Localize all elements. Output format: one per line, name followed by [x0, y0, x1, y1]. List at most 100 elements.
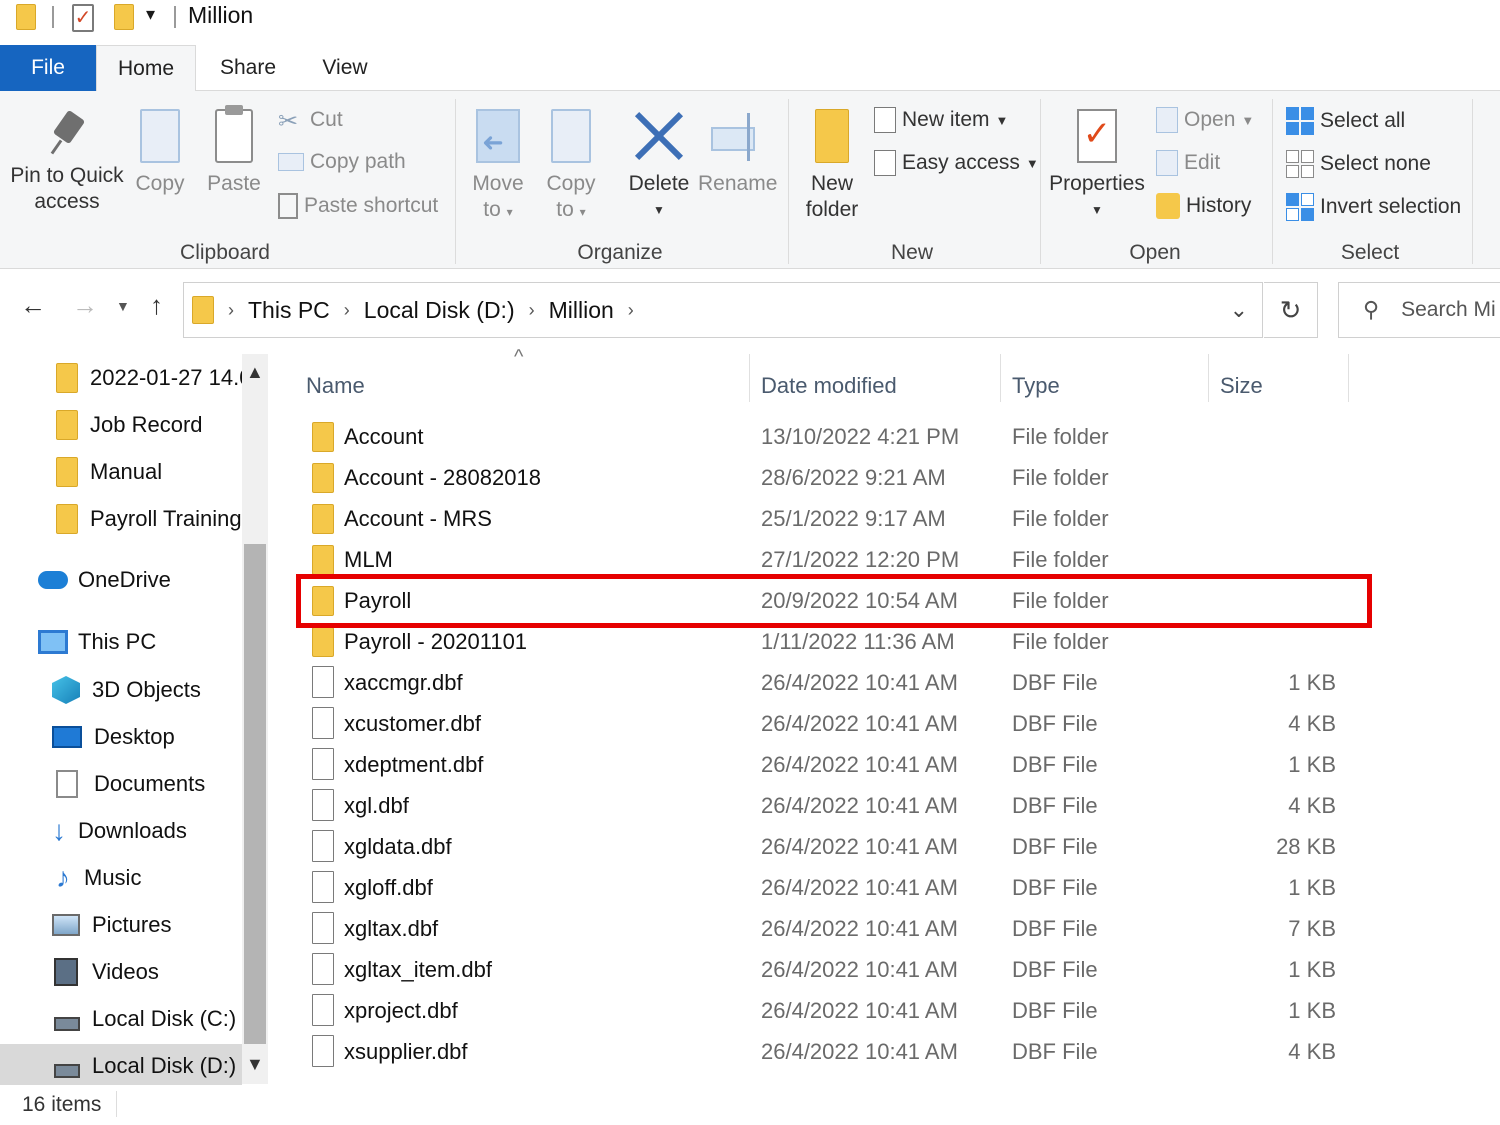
file-row-account[interactable]: Account 13/10/2022 4:21 PM File folder: [300, 416, 1370, 456]
new-folder-icon[interactable]: [114, 4, 134, 30]
sidebar-item-local-disk-d[interactable]: Local Disk (D:): [0, 1044, 242, 1088]
sidebar-item-onedrive[interactable]: OneDrive: [38, 558, 242, 602]
properties-icon: ✓: [1077, 109, 1117, 163]
file-row-account-mrs[interactable]: Account - MRS 25/1/2022 9:17 AM File fol…: [300, 498, 1370, 538]
tab-share[interactable]: Share: [204, 45, 292, 91]
file-type: File folder: [1012, 465, 1109, 490]
file-row-xsupplier[interactable]: xsupplier.dbf 26/4/2022 10:41 AM DBF Fil…: [300, 1031, 1370, 1071]
select-none-button[interactable]: Select none: [1286, 150, 1431, 178]
up-arrow-icon[interactable]: ↑: [150, 290, 163, 321]
column-divider[interactable]: [1348, 354, 1349, 402]
paste-shortcut-button[interactable]: Paste shortcut: [278, 193, 438, 219]
invert-selection-button[interactable]: Invert selection: [1286, 193, 1461, 221]
sidebar-item-desktop[interactable]: Desktop: [52, 715, 242, 759]
column-header-type[interactable]: Type: [1000, 364, 1208, 408]
file-row-xgldata[interactable]: xgldata.dbf 26/4/2022 10:41 AM DBF File …: [300, 826, 1370, 866]
sidebar-item-manual[interactable]: Manual: [56, 450, 242, 494]
sidebar-item-documents[interactable]: Documents: [52, 762, 242, 806]
pin-to-quick-access-button[interactable]: Pin to Quick access: [6, 111, 128, 215]
sidebar-item-videos[interactable]: Videos: [52, 950, 242, 994]
file-name: MLM: [344, 547, 393, 572]
tab-home[interactable]: Home: [96, 45, 196, 92]
new-item-label: New item: [902, 108, 990, 131]
customize-quick-access-dropdown[interactable]: ▾: [146, 4, 155, 25]
file-row-xaccmgr[interactable]: xaccmgr.dbf 26/4/2022 10:41 AM DBF File …: [300, 662, 1370, 702]
chevron-right-icon[interactable]: ›: [228, 300, 234, 321]
file-row-account-28082018[interactable]: Account - 28082018 28/6/2022 9:21 AM Fil…: [300, 457, 1370, 497]
chevron-right-icon[interactable]: ›: [529, 300, 535, 321]
forward-arrow-icon[interactable]: →: [72, 290, 98, 321]
file-type: DBF File: [1012, 1039, 1098, 1064]
properties-button[interactable]: ✓ Properties ▼: [1048, 109, 1146, 223]
invert-selection-label: Invert selection: [1320, 195, 1462, 218]
edit-label: Edit: [1184, 151, 1221, 174]
file-size: 1 KB: [1288, 752, 1336, 777]
cut-label: Cut: [310, 108, 343, 131]
sidebar-item-downloads[interactable]: ↓ Downloads: [52, 809, 242, 853]
chevron-right-icon[interactable]: ›: [628, 300, 634, 321]
column-header-name[interactable]: Name: [294, 364, 748, 408]
breadcrumb-local-disk-d[interactable]: Local Disk (D:): [364, 297, 515, 324]
recent-locations-chevron-icon[interactable]: ▼: [116, 298, 130, 314]
chevron-down-icon: ▼: [1025, 155, 1039, 171]
file-row-xdeptment[interactable]: xdeptment.dbf 26/4/2022 10:41 AM DBF Fil…: [300, 744, 1370, 784]
folder-icon[interactable]: [16, 4, 36, 30]
breadcrumb-this-pc[interactable]: This PC: [248, 297, 330, 324]
move-label-line2: to ▾: [483, 198, 513, 221]
copy-to-button[interactable]: Copy to ▾: [538, 109, 604, 225]
easy-access-button[interactable]: Easy access ▼: [874, 150, 1039, 176]
chevron-right-icon[interactable]: ›: [344, 300, 350, 321]
sidebar-item-local-disk-c[interactable]: Local Disk (C:): [50, 997, 242, 1041]
new-item-button[interactable]: New item ▼: [874, 107, 1008, 133]
copy-icon: [140, 109, 180, 163]
back-arrow-icon[interactable]: ←: [20, 290, 46, 321]
sidebar-item-job-record[interactable]: Job Record: [56, 403, 242, 447]
rename-button[interactable]: Rename: [698, 109, 777, 197]
sidebar-item-music[interactable]: ♪ Music: [56, 856, 242, 900]
file-row-xproject[interactable]: xproject.dbf 26/4/2022 10:41 AM DBF File…: [300, 990, 1370, 1030]
videos-film-icon: [54, 958, 78, 986]
file-row-xgltax[interactable]: xgltax.dbf 26/4/2022 10:41 AM DBF File 7…: [300, 908, 1370, 948]
file-row-mlm[interactable]: MLM 27/1/2022 12:20 PM File folder: [300, 539, 1370, 579]
file-row-xgl[interactable]: xgl.dbf 26/4/2022 10:41 AM DBF File 4 KB: [300, 785, 1370, 825]
invert-selection-icon: [1286, 193, 1314, 221]
rename-icon: [709, 109, 763, 163]
breadcrumb-million[interactable]: Million: [549, 297, 614, 324]
tab-view[interactable]: View: [304, 45, 386, 91]
move-to-button[interactable]: Move to ▾: [466, 109, 530, 225]
refresh-icon[interactable]: ↻: [1264, 282, 1318, 338]
scroll-down-arrow-icon[interactable]: ▼: [246, 1054, 264, 1075]
copy-path-button[interactable]: Copy path: [278, 150, 406, 174]
file-row-xcustomer[interactable]: xcustomer.dbf 26/4/2022 10:41 AM DBF Fil…: [300, 703, 1370, 743]
column-header-size[interactable]: Size: [1208, 364, 1348, 408]
select-all-button[interactable]: Select all: [1286, 107, 1405, 135]
sidebar-item-3d-objects[interactable]: 3D Objects: [52, 668, 242, 712]
delete-button[interactable]: Delete ▼: [624, 109, 694, 223]
history-button[interactable]: History: [1156, 193, 1251, 219]
sidebar-item-label: Documents: [94, 771, 206, 796]
sidebar-item-this-pc[interactable]: This PC: [38, 620, 242, 664]
sidebar-item-pictures[interactable]: Pictures: [52, 903, 242, 947]
new-folder-label-line1: New: [810, 172, 853, 195]
address-history-chevron-icon[interactable]: ⌄: [1230, 297, 1248, 323]
copy-button[interactable]: Copy: [128, 109, 192, 197]
sidebar-item-2022-01-27[interactable]: 2022-01-27 14.09: [56, 356, 242, 400]
properties-icon[interactable]: ✓: [72, 4, 94, 32]
open-button[interactable]: Open ▼: [1156, 107, 1254, 133]
pictures-icon: [52, 914, 80, 936]
new-folder-button[interactable]: New folder: [796, 109, 868, 223]
scroll-up-arrow-icon[interactable]: ▲: [246, 362, 264, 383]
ribbon: Pin to Quick access Copy Paste ✂ Cut Cop…: [0, 91, 1500, 269]
file-size: 1 KB: [1288, 957, 1336, 982]
sidebar-item-payroll-training[interactable]: Payroll Training 2: [56, 497, 242, 541]
search-input[interactable]: ⚲ Search Mi: [1338, 282, 1500, 338]
address-bar[interactable]: › This PC › Local Disk (D:) › Million › …: [183, 282, 1263, 338]
file-row-xgloff[interactable]: xgloff.dbf 26/4/2022 10:41 AM DBF File 1…: [300, 867, 1370, 907]
edit-button[interactable]: Edit: [1156, 150, 1220, 176]
cut-button[interactable]: ✂ Cut: [278, 107, 343, 135]
paste-button[interactable]: Paste: [202, 105, 266, 197]
tab-file[interactable]: File: [0, 45, 96, 91]
sidebar-scrollbar-thumb[interactable]: [244, 544, 266, 1044]
file-row-xgltax-item[interactable]: xgltax_item.dbf 26/4/2022 10:41 AM DBF F…: [300, 949, 1370, 989]
column-header-date-modified[interactable]: Date modified: [749, 364, 999, 408]
